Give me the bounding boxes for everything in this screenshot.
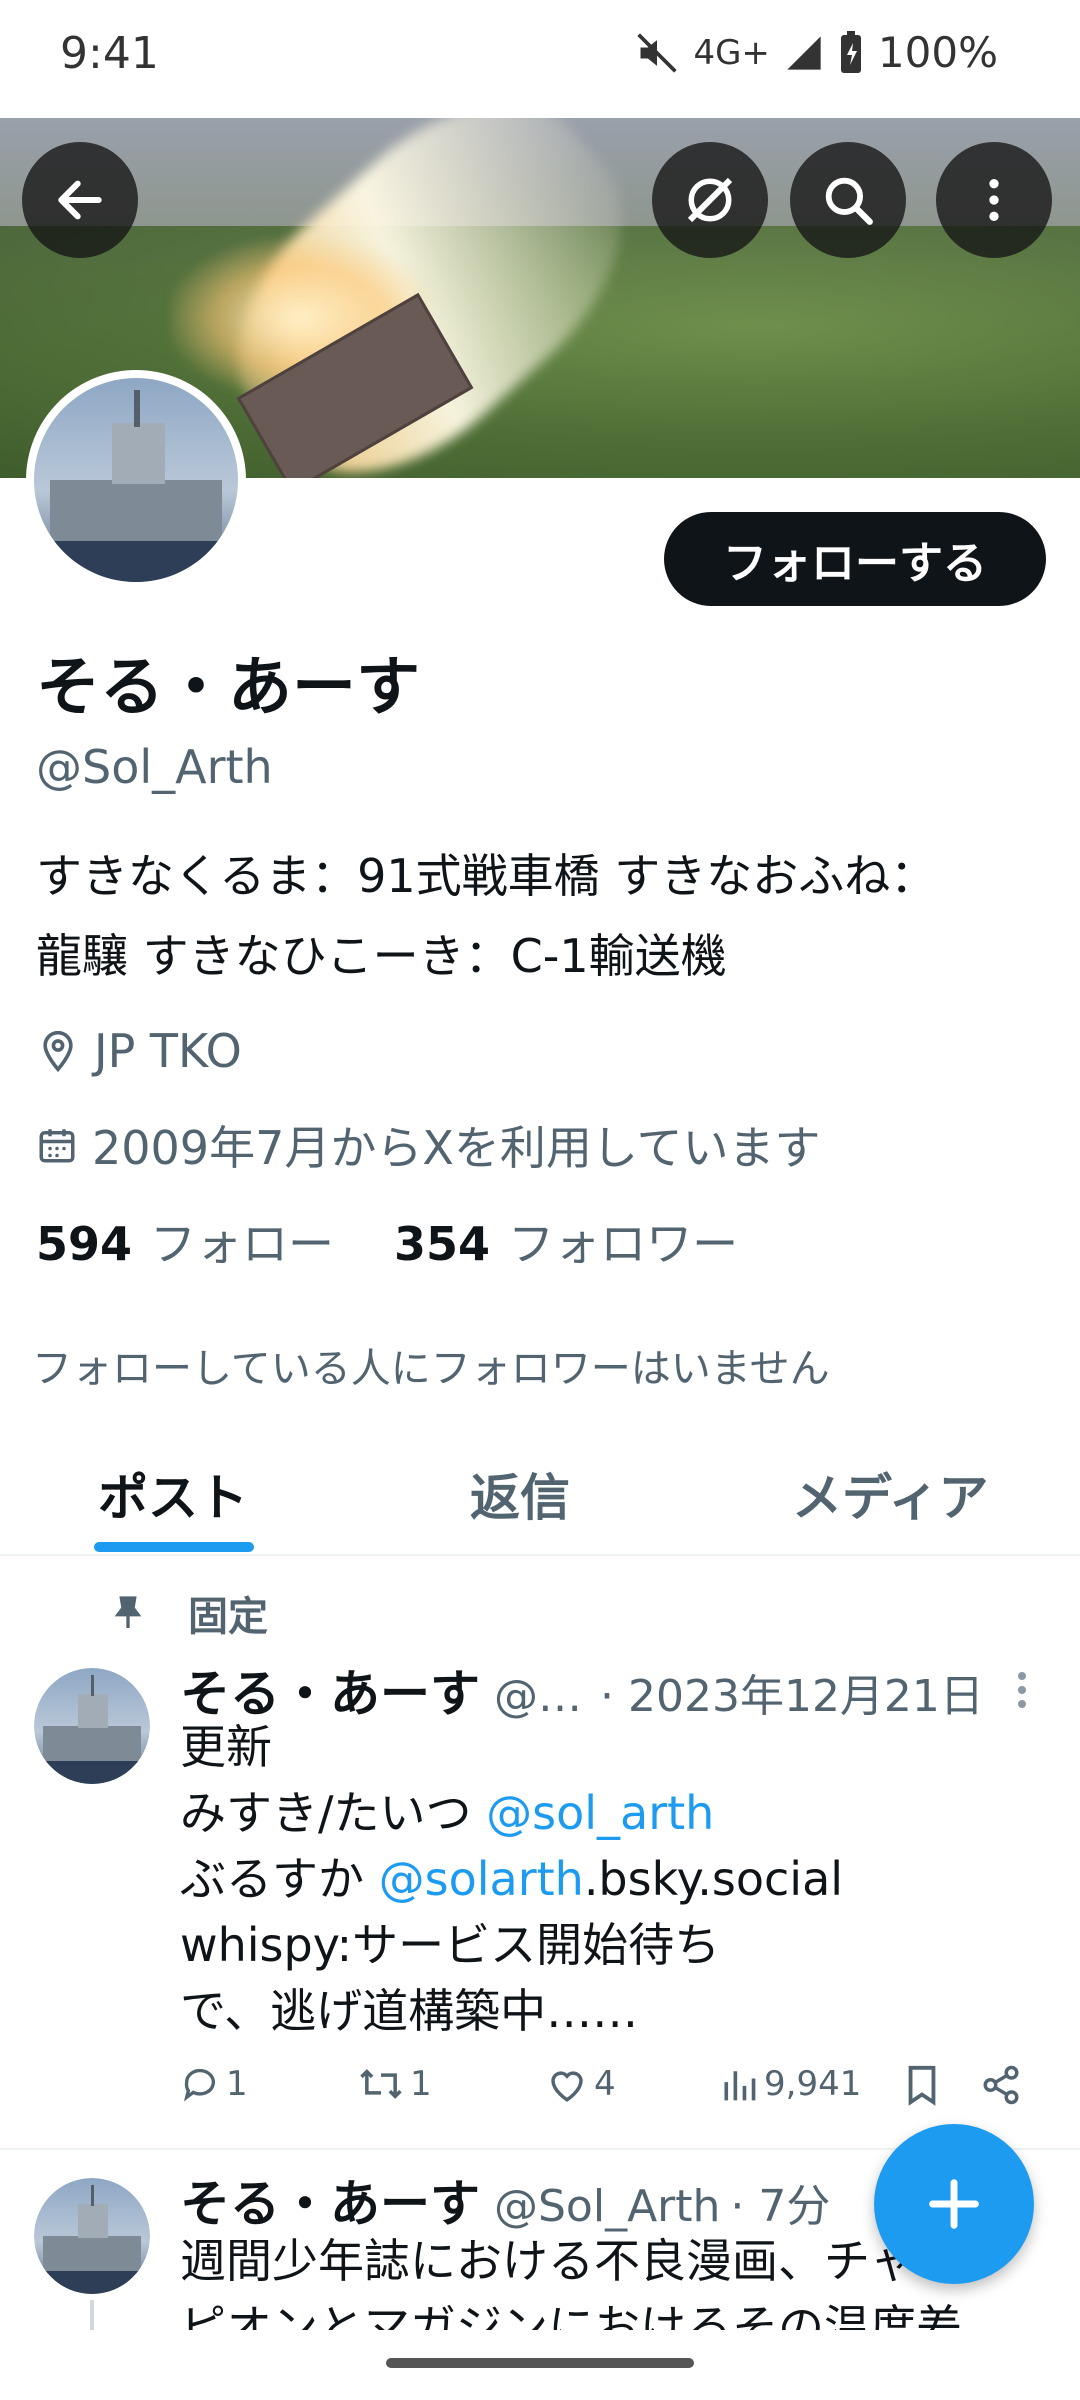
like-count: 4 xyxy=(594,2064,616,2104)
heart-icon xyxy=(551,2071,583,2102)
more-vertical-icon xyxy=(989,179,999,221)
post-avatar[interactable] xyxy=(34,2178,150,2294)
followers-label: フォロワー xyxy=(508,1217,739,1271)
active-tab-indicator xyxy=(94,1542,254,1552)
tab-media[interactable]: メディア xyxy=(792,1458,989,1530)
followers-count: 354 xyxy=(394,1217,491,1271)
joined-row: 2009年7月からXを利用しています xyxy=(36,1112,820,1178)
home-indicator[interactable] xyxy=(386,2358,694,2368)
repost-button[interactable]: 1 xyxy=(358,2064,432,2104)
back-button[interactable] xyxy=(22,142,138,258)
post-avatar[interactable] xyxy=(34,1668,150,1784)
status-bar: 9:41 4G+ 100% xyxy=(0,0,1080,118)
profile-avatar[interactable] xyxy=(26,370,246,590)
view-count: 9,941 xyxy=(764,2064,862,2104)
grok-button[interactable] xyxy=(652,142,768,258)
mute-icon xyxy=(637,32,678,73)
following-label: フォロー xyxy=(150,1217,335,1271)
ship-avatar-image xyxy=(34,1668,150,1784)
bookmark-icon xyxy=(908,2065,936,2106)
more-options-button[interactable] xyxy=(936,142,1052,258)
network-label: 4G+ xyxy=(693,32,770,73)
reply-icon xyxy=(183,2068,215,2102)
battery-icon xyxy=(840,30,861,73)
joined-text: 2009年7月からXを利用しています xyxy=(92,1121,821,1175)
following-count: 594 xyxy=(36,1217,133,1271)
pinned-label: 固定 xyxy=(188,1594,268,1640)
tab-replies[interactable]: 返信 xyxy=(470,1458,570,1530)
ship-avatar-image xyxy=(34,378,238,582)
post-line-1: 更新 xyxy=(180,1720,272,1774)
reply-count: 1 xyxy=(226,2064,248,2104)
profile-bio: すきなくるま：91式戦車橋 すきなおふね： 龍驤 すきなひこーき：C-1輸送機 xyxy=(36,836,1026,996)
more-vertical-icon xyxy=(1018,1672,1026,1708)
post-author-handle: @Sol_Arth xyxy=(494,2181,721,2232)
location-text: JP TKO xyxy=(94,1024,242,1078)
search-button[interactable] xyxy=(790,142,906,258)
followers-you-know: フォローしている人にフォロワーはいません xyxy=(32,1346,830,1392)
compose-post-button[interactable] xyxy=(874,2124,1034,2284)
following-link[interactable]: 594 フォロー xyxy=(36,1208,334,1274)
repost-icon xyxy=(360,2069,402,2099)
post-author-name[interactable]: そる・あーす xyxy=(180,2164,480,2236)
bookmark-button[interactable] xyxy=(904,2064,940,2106)
share-icon xyxy=(983,2065,1019,2105)
post-line-3: ぶるすか @solarth.bsky.social xyxy=(180,1846,1040,1912)
post-header: そる・あーす @Sol_Arth · 7分 xyxy=(180,2164,830,2236)
post-line-3-suffix: .bsky.social xyxy=(583,1852,844,1906)
mention-link[interactable]: @sol_arth xyxy=(486,1786,714,1840)
location-pin-icon xyxy=(43,1030,73,1073)
profile-tabs: ポスト 返信 メディア xyxy=(0,1420,1080,1556)
status-time: 9:41 xyxy=(60,28,159,79)
status-icons: 4G+ 100% xyxy=(635,28,998,77)
search-icon xyxy=(825,177,873,225)
post-line-2: みすき/たいつ @sol_arth xyxy=(180,1780,1040,1846)
like-button[interactable]: 4 xyxy=(546,2064,616,2104)
plus-icon xyxy=(929,2179,979,2229)
views-button[interactable]: 9,941 xyxy=(720,2064,861,2104)
mention-link[interactable]: @solarth xyxy=(379,1852,584,1906)
post-line-4: whispy:サービス開始待ち xyxy=(180,1918,721,1972)
post-line-5: で、逃げ道構築中…… xyxy=(180,1984,639,2038)
calendar-icon xyxy=(39,1129,75,1163)
pin-icon xyxy=(114,1596,142,1628)
post-line-3-text: ぶるすか xyxy=(180,1852,379,1906)
post-body: 更新 みすき/たいつ @sol_arth ぶるすか @solarth.bsky.… xyxy=(180,1714,1040,2044)
back-arrow-icon xyxy=(58,180,102,220)
profile-handle: @Sol_Arth xyxy=(36,740,273,794)
reply-button[interactable]: 1 xyxy=(180,2064,248,2104)
ship-avatar-image xyxy=(34,2178,150,2294)
post-time: · 7分 xyxy=(730,2181,831,2232)
bio-line-2: 龍驤 すきなひこーき：C-1輸送機 xyxy=(36,929,727,983)
follow-stats: 594 フォロー 354 フォロワー xyxy=(36,1208,738,1274)
bio-line-1: すきなくるま：91式戦車橋 すきなおふね： xyxy=(36,849,937,903)
location-row: JP TKO xyxy=(36,1024,242,1078)
display-name: そる・あーす xyxy=(36,651,420,725)
follow-button[interactable]: フォローする xyxy=(664,512,1046,606)
post-more-button[interactable] xyxy=(1010,1668,1034,1716)
tab-posts[interactable]: ポスト xyxy=(98,1458,248,1530)
post-actions: 1 1 4 9,941 xyxy=(180,2064,1030,2124)
repost-count: 1 xyxy=(410,2064,432,2104)
followers-link[interactable]: 354 フォロワー xyxy=(394,1208,738,1274)
grok-icon xyxy=(687,177,733,223)
share-button[interactable] xyxy=(980,2064,1022,2106)
views-chart-icon xyxy=(724,2071,756,2101)
pinned-indicator: 固定 xyxy=(108,1584,268,1642)
battery-level: 100% xyxy=(877,28,998,77)
signal-icon xyxy=(787,35,821,70)
post-line-2-text: みすき/たいつ xyxy=(180,1786,487,1840)
